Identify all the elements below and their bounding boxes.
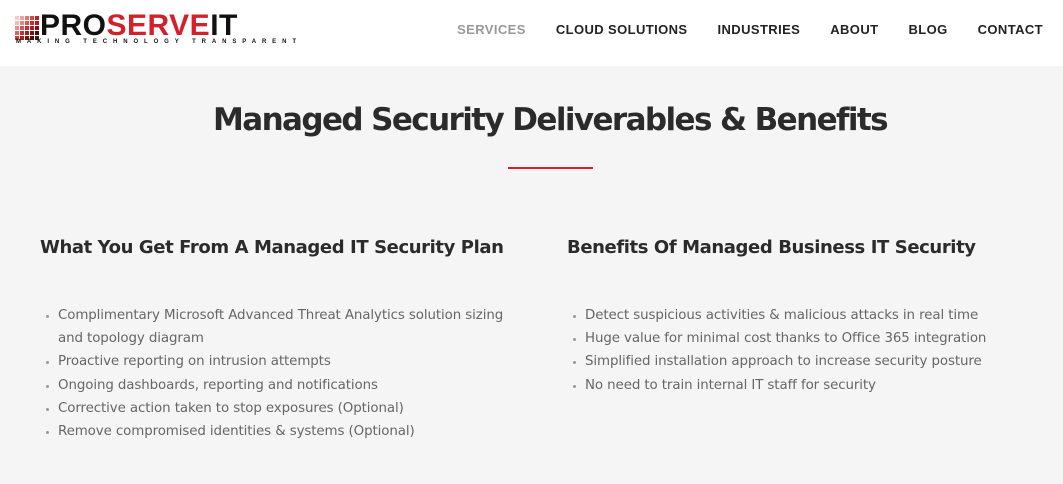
logo-part-it: IT — [210, 9, 238, 42]
list-item: Proactive reporting on intrusion attempt… — [40, 350, 520, 373]
nav-industries[interactable]: INDUSTRIES — [718, 22, 801, 37]
list-item: No need to train internal IT staff for s… — [567, 374, 1047, 397]
list-item: Simplified installation approach to incr… — [567, 350, 1047, 373]
site-header: PROSERVEIT MAKING TECHNOLOGY TRANSPARENT… — [0, 0, 1063, 66]
logo-wordmark: PROSERVEIT — [40, 10, 238, 42]
list-item: Remove compromised identities & systems … — [40, 420, 520, 443]
benefits-list: Detect suspicious activities & malicious… — [567, 304, 1047, 397]
deliverables-column: What You Get From A Managed IT Security … — [40, 237, 520, 443]
logo[interactable]: PROSERVEIT MAKING TECHNOLOGY TRANSPARENT — [12, 10, 296, 46]
logo-tagline: MAKING TECHNOLOGY TRANSPARENT — [16, 39, 302, 45]
main-nav: SERVICES CLOUD SOLUTIONS INDUSTRIES ABOU… — [457, 22, 1043, 37]
benefits-column: Benefits Of Managed Business IT Security… — [567, 237, 1047, 397]
nav-blog[interactable]: BLOG — [908, 22, 947, 37]
deliverables-list: Complimentary Microsoft Advanced Threat … — [40, 304, 520, 443]
logo-grid-icon — [15, 16, 39, 40]
list-item: Huge value for minimal cost thanks to Of… — [567, 327, 1047, 350]
list-item: Complimentary Microsoft Advanced Threat … — [40, 304, 520, 350]
logo-part-serve: SERVE — [106, 9, 211, 42]
list-item: Corrective action taken to stop exposure… — [40, 397, 520, 420]
page-title: Managed Security Deliverables & Benefits — [213, 102, 889, 138]
title-divider — [508, 167, 593, 169]
list-item: Ongoing dashboards, reporting and notifi… — [40, 374, 520, 397]
benefits-heading: Benefits Of Managed Business IT Security — [567, 237, 976, 258]
logo-part-pro: PRO — [40, 9, 107, 42]
list-item: Detect suspicious activities & malicious… — [567, 304, 1047, 327]
nav-about[interactable]: ABOUT — [830, 22, 878, 37]
nav-contact[interactable]: CONTACT — [978, 22, 1043, 37]
deliverables-heading: What You Get From A Managed IT Security … — [40, 237, 504, 258]
nav-services[interactable]: SERVICES — [457, 22, 526, 37]
nav-cloud-solutions[interactable]: CLOUD SOLUTIONS — [556, 22, 688, 37]
